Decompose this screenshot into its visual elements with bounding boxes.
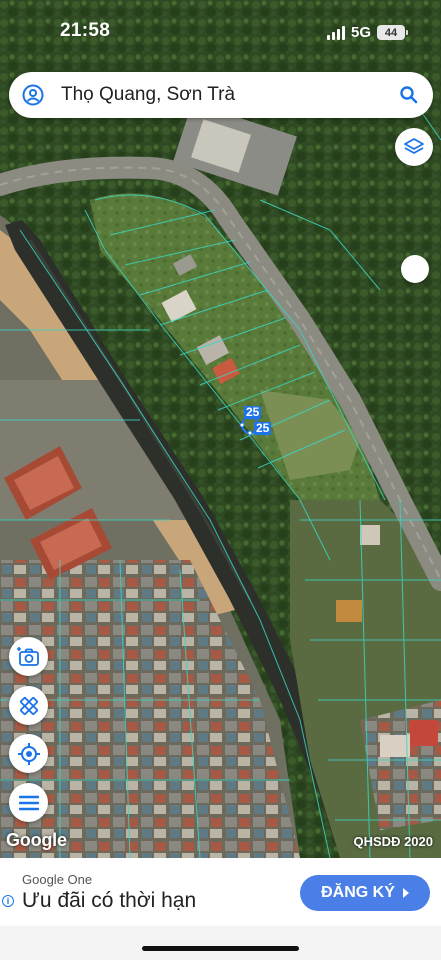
- home-area: [0, 926, 441, 960]
- ad-cta-label: ĐĂNG KÝ: [321, 884, 395, 901]
- ad-brand: Google One: [22, 872, 93, 887]
- camera-icon: [16, 646, 39, 666]
- parcel-label[interactable]: 25: [254, 422, 272, 435]
- ad-cta-button[interactable]: ĐĂNG KÝ: [300, 875, 430, 911]
- camera-button[interactable]: [9, 637, 48, 676]
- search-bar[interactable]: Thọ Quang, Sơn Trà: [9, 72, 433, 118]
- status-bar: 21:58 5G 44: [0, 0, 441, 62]
- ruler-icon: [19, 696, 38, 715]
- battery-icon: 44: [377, 25, 408, 40]
- map-imagery: [0, 0, 441, 858]
- map-screen: 25 25 Google QHSDĐ 2020 21:58 5G 44 Thọ …: [0, 0, 441, 960]
- network-type: 5G: [350, 24, 371, 41]
- measure-button[interactable]: [9, 686, 48, 725]
- home-indicator[interactable]: [142, 946, 299, 951]
- scroll-handle[interactable]: [401, 255, 429, 283]
- search-icon[interactable]: [399, 85, 419, 105]
- satellite-map[interactable]: 25 25 Google QHSDĐ 2020: [0, 0, 441, 858]
- map-credit: QHSDĐ 2020: [353, 834, 433, 849]
- menu-button[interactable]: [9, 783, 48, 822]
- battery-level: 44: [384, 26, 398, 39]
- layers-button[interactable]: [395, 128, 433, 166]
- ad-headline: Ưu đãi có thời hạn: [22, 889, 197, 912]
- status-indicators: 5G 44: [326, 24, 408, 41]
- location-pin-icon: [22, 84, 44, 106]
- search-query[interactable]: Thọ Quang, Sơn Trà: [61, 84, 235, 106]
- status-time: 21:58: [60, 20, 111, 41]
- parcel-label[interactable]: 25: [244, 406, 262, 419]
- google-attribution: Google: [6, 830, 67, 850]
- my-location-icon: [17, 742, 40, 765]
- signal-icon: [326, 25, 345, 40]
- layers-icon: [404, 138, 424, 154]
- ad-banner[interactable]: i Google One Ưu đãi có thời hạn ĐĂNG KÝ: [0, 858, 441, 926]
- my-location-button[interactable]: [9, 734, 48, 773]
- ad-info-icon[interactable]: i: [2, 895, 14, 907]
- menu-icon: [18, 795, 39, 810]
- chevron-right-icon: [402, 888, 409, 898]
